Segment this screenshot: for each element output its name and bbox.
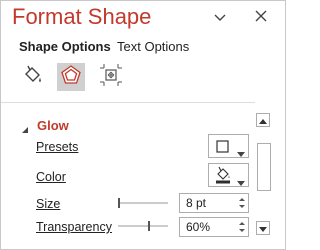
transparency-slider[interactable] — [118, 219, 168, 231]
glow-section-header[interactable]: Glow — [37, 118, 69, 133]
glow-preset-square-icon — [216, 140, 229, 158]
tab-text-options[interactable]: Text Options — [117, 39, 189, 54]
color-label-text: Color — [36, 170, 66, 184]
scroll-up-arrow-icon — [259, 111, 267, 129]
size-value: 8 pt — [186, 196, 207, 210]
size-label: Size — [36, 197, 60, 211]
paint-bucket-icon — [215, 166, 231, 189]
presets-dropdown-button[interactable] — [208, 134, 249, 158]
tab-shape-options[interactable]: Shape Options — [19, 39, 111, 54]
fill-line-category[interactable] — [19, 63, 47, 91]
scroll-down-arrow-icon — [259, 219, 267, 237]
close-icon — [255, 9, 267, 27]
size-label-text: Size — [36, 197, 61, 211]
effects-pentagon-icon — [60, 64, 82, 91]
presets-label: Presets — [36, 140, 78, 154]
fill-line-icon — [21, 63, 45, 92]
size-properties-category[interactable] — [97, 63, 125, 91]
size-properties-icon — [99, 63, 123, 92]
transparency-label: Transparency — [36, 220, 112, 234]
scroll-up-button[interactable] — [256, 113, 270, 127]
transparency-value: 60% — [186, 220, 211, 234]
size-spin-arrows-icon[interactable] — [236, 194, 248, 212]
pane-options-button[interactable] — [209, 7, 231, 29]
vertical-scrollbar[interactable] — [256, 113, 272, 235]
pane-title: Format Shape — [12, 4, 152, 29]
color-dropdown-button[interactable] — [208, 163, 249, 187]
chevron-down-icon — [237, 144, 245, 162]
scrollbar-thumb[interactable] — [257, 143, 271, 191]
chevron-down-icon — [237, 173, 245, 191]
section-collapse-triangle-icon[interactable] — [21, 121, 29, 133]
size-spinbox[interactable]: 8 pt — [179, 193, 249, 213]
presets-label-text: Presets — [36, 140, 79, 154]
size-slider[interactable] — [118, 196, 168, 208]
section-divider — [1, 102, 255, 103]
scroll-down-button[interactable] — [256, 221, 270, 235]
effects-category[interactable] — [57, 63, 85, 91]
transparency-spinbox[interactable]: 60% — [179, 217, 249, 237]
category-icon-row — [1, 63, 285, 95]
close-pane-button[interactable] — [250, 7, 272, 29]
transparency-label-text: Transparency — [36, 220, 112, 234]
color-label: Color — [36, 170, 66, 184]
format-shape-pane: Format Shape Shape Options Text Options — [0, 0, 286, 250]
transparency-spin-arrows-icon[interactable] — [236, 218, 248, 236]
chevron-down-icon — [214, 9, 226, 27]
